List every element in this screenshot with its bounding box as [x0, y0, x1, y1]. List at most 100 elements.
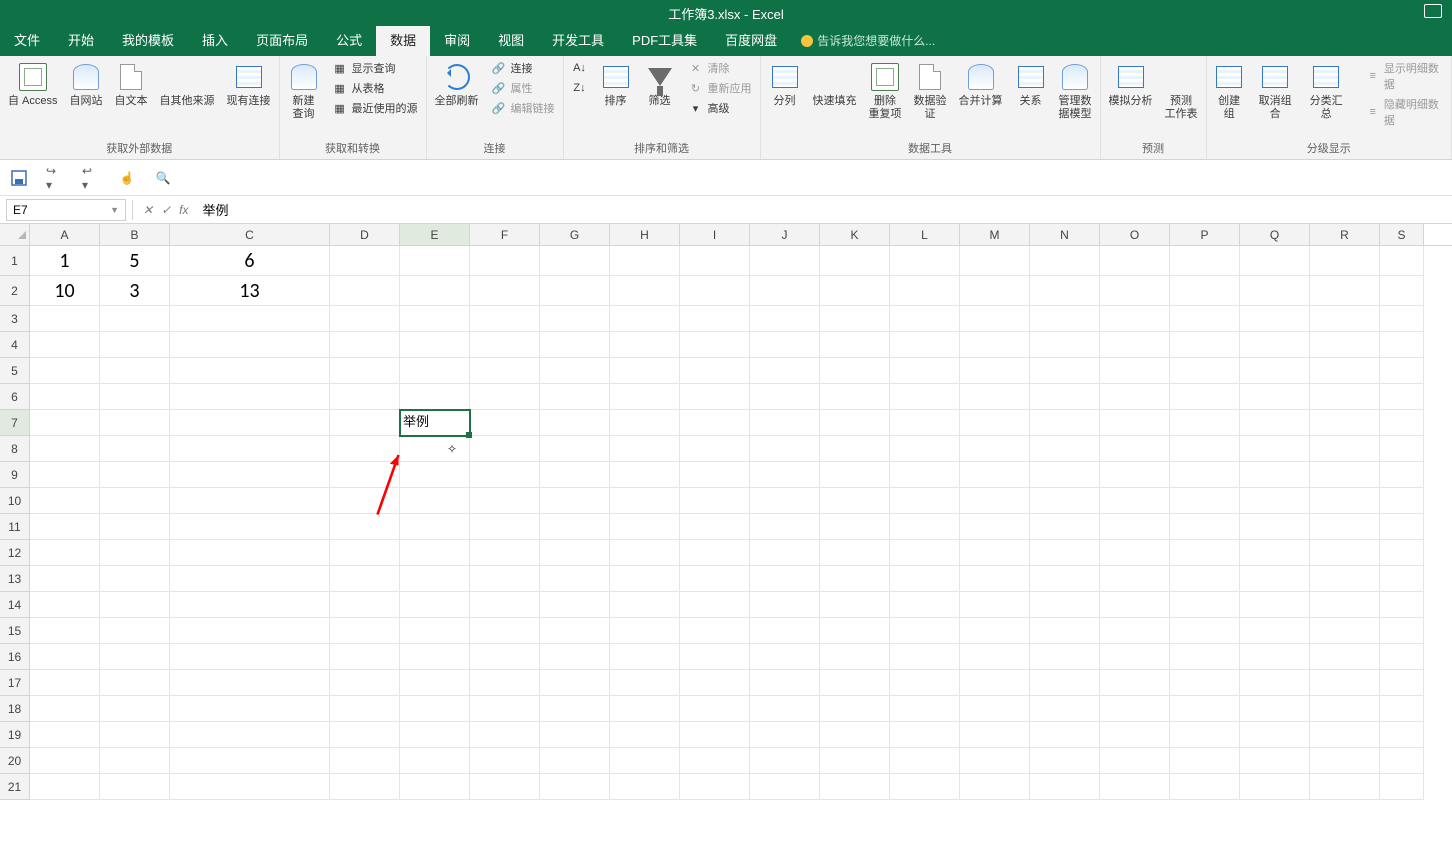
cell-O9[interactable] [1100, 462, 1170, 488]
cell-K3[interactable] [820, 306, 890, 332]
cell-Q15[interactable] [1240, 618, 1310, 644]
cell-K10[interactable] [820, 488, 890, 514]
cell-C4[interactable] [170, 332, 330, 358]
cell-M18[interactable] [960, 696, 1030, 722]
cell-M17[interactable] [960, 670, 1030, 696]
cell-E3[interactable] [400, 306, 470, 332]
cell-A13[interactable] [30, 566, 100, 592]
cell-L9[interactable] [890, 462, 960, 488]
cell-G10[interactable] [540, 488, 610, 514]
cell-P12[interactable] [1170, 540, 1240, 566]
cell-K8[interactable] [820, 436, 890, 462]
row-header-9[interactable]: 9 [0, 462, 30, 488]
cell-N16[interactable] [1030, 644, 1100, 670]
cell-F3[interactable] [470, 306, 540, 332]
row-header-20[interactable]: 20 [0, 748, 30, 774]
cell-O18[interactable] [1100, 696, 1170, 722]
btn-属性[interactable]: 🔗属性 [487, 79, 559, 97]
tab-PDF工具集[interactable]: PDF工具集 [618, 26, 711, 56]
cell-I2[interactable] [680, 276, 750, 306]
cell-R16[interactable] [1310, 644, 1380, 670]
cell-H9[interactable] [610, 462, 680, 488]
cell-I1[interactable] [680, 246, 750, 276]
cell-L13[interactable] [890, 566, 960, 592]
row-header-15[interactable]: 15 [0, 618, 30, 644]
tab-插入[interactable]: 插入 [188, 26, 242, 56]
cell-P3[interactable] [1170, 306, 1240, 332]
cell-G12[interactable] [540, 540, 610, 566]
cell-P21[interactable] [1170, 774, 1240, 800]
btn-自其他来源[interactable]: 自其他来源 [156, 59, 219, 110]
cell-D17[interactable] [330, 670, 400, 696]
cell-E1[interactable] [400, 246, 470, 276]
cell-C10[interactable] [170, 488, 330, 514]
cell-O13[interactable] [1100, 566, 1170, 592]
cell-R2[interactable] [1310, 276, 1380, 306]
cell-F12[interactable] [470, 540, 540, 566]
cell-N11[interactable] [1030, 514, 1100, 540]
cell-A17[interactable] [30, 670, 100, 696]
sort-asc-button[interactable]: A↓ [568, 59, 592, 77]
cell-M6[interactable] [960, 384, 1030, 410]
cell-N10[interactable] [1030, 488, 1100, 514]
cell-B20[interactable] [100, 748, 170, 774]
cell-R12[interactable] [1310, 540, 1380, 566]
cell-A20[interactable] [30, 748, 100, 774]
row-header-4[interactable]: 4 [0, 332, 30, 358]
cell-E18[interactable] [400, 696, 470, 722]
cell-B4[interactable] [100, 332, 170, 358]
cell-R8[interactable] [1310, 436, 1380, 462]
col-header-K[interactable]: K [820, 224, 890, 245]
cell-Q2[interactable] [1240, 276, 1310, 306]
cell-N18[interactable] [1030, 696, 1100, 722]
cell-K2[interactable] [820, 276, 890, 306]
cell-B11[interactable] [100, 514, 170, 540]
cell-S13[interactable] [1380, 566, 1424, 592]
cell-L7[interactable] [890, 410, 960, 436]
cell-G9[interactable] [540, 462, 610, 488]
cell-K17[interactable] [820, 670, 890, 696]
cell-K14[interactable] [820, 592, 890, 618]
col-header-N[interactable]: N [1030, 224, 1100, 245]
touch-mode-button[interactable]: ☝ [118, 169, 136, 187]
cell-B10[interactable] [100, 488, 170, 514]
cell-L5[interactable] [890, 358, 960, 384]
col-header-L[interactable]: L [890, 224, 960, 245]
cell-D18[interactable] [330, 696, 400, 722]
redo-button[interactable]: ↪ ▾ [46, 169, 64, 187]
cell-E17[interactable] [400, 670, 470, 696]
cell-S19[interactable] [1380, 722, 1424, 748]
cell-O1[interactable] [1100, 246, 1170, 276]
cell-K9[interactable] [820, 462, 890, 488]
cell-A2[interactable]: 10 [30, 276, 100, 306]
cell-C18[interactable] [170, 696, 330, 722]
cell-K20[interactable] [820, 748, 890, 774]
col-header-Q[interactable]: Q [1240, 224, 1310, 245]
btn-管理数据模型[interactable]: 管理数 据模型 [1055, 59, 1096, 123]
row-header-2[interactable]: 2 [0, 276, 30, 306]
cell-F13[interactable] [470, 566, 540, 592]
cell-N12[interactable] [1030, 540, 1100, 566]
cell-A3[interactable] [30, 306, 100, 332]
row-header-10[interactable]: 10 [0, 488, 30, 514]
cell-I6[interactable] [680, 384, 750, 410]
cell-G13[interactable] [540, 566, 610, 592]
cell-H12[interactable] [610, 540, 680, 566]
btn-最近使用的源[interactable]: ▦最近使用的源 [328, 99, 422, 117]
cell-L16[interactable] [890, 644, 960, 670]
formula-input[interactable]: 举例 [196, 200, 1452, 219]
cell-N2[interactable] [1030, 276, 1100, 306]
cell-R11[interactable] [1310, 514, 1380, 540]
cell-I13[interactable] [680, 566, 750, 592]
cell-E21[interactable] [400, 774, 470, 800]
cell-R15[interactable] [1310, 618, 1380, 644]
cell-S6[interactable] [1380, 384, 1424, 410]
cell-G16[interactable] [540, 644, 610, 670]
btn-关系[interactable]: 关系 [1011, 59, 1051, 110]
cell-S3[interactable] [1380, 306, 1424, 332]
cell-I20[interactable] [680, 748, 750, 774]
cell-C20[interactable] [170, 748, 330, 774]
cell-I19[interactable] [680, 722, 750, 748]
cell-M16[interactable] [960, 644, 1030, 670]
cell-A5[interactable] [30, 358, 100, 384]
